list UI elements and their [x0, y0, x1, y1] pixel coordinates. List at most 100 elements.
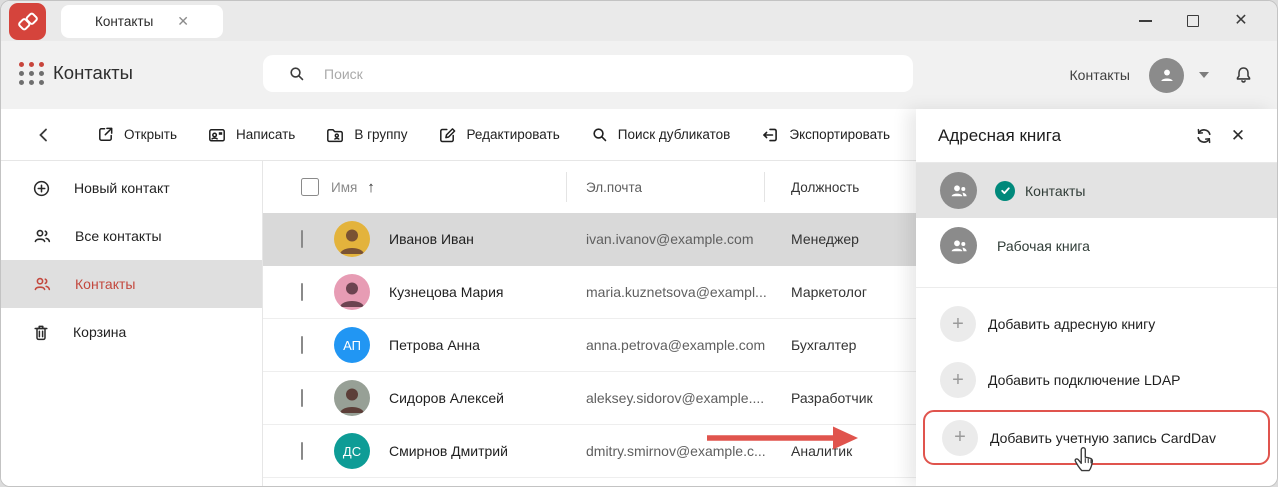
refresh-icon [1194, 126, 1214, 146]
sidebar-item-contacts[interactable]: Контакты [1, 260, 262, 308]
to-group-button[interactable]: В группу [312, 118, 420, 152]
sidebar-item-label: Корзина [73, 324, 126, 340]
toolbar-label: Редактировать [466, 127, 559, 142]
table-filler [263, 478, 918, 487]
open-button[interactable]: Открыть [83, 118, 190, 151]
window-titlebar: Контакты ✕ ✕ [1, 1, 1277, 41]
edit-button[interactable]: Редактировать [424, 118, 572, 152]
contact-email: maria.kuznetsova@exampl... [566, 284, 764, 300]
sidebar-item-label: Новый контакт [74, 180, 170, 196]
sort-ascending-icon[interactable]: ↑ [367, 179, 375, 196]
account-avatar[interactable] [1149, 58, 1184, 93]
maximize-button[interactable] [1169, 1, 1217, 41]
tab-contacts[interactable]: Контакты ✕ [61, 5, 223, 38]
row-checkbox[interactable] [301, 389, 303, 407]
table-row[interactable]: Кузнецова Мария maria.kuznetsova@exampl.… [263, 266, 918, 319]
close-button[interactable]: ✕ [1217, 1, 1265, 41]
maximize-icon [1187, 15, 1199, 27]
row-checkbox[interactable] [301, 283, 303, 301]
column-header-email[interactable]: Эл.почта [566, 161, 764, 213]
chevron-left-icon [37, 127, 51, 143]
table-row[interactable]: Сидоров Алексей aleksey.sidorov@example.… [263, 372, 918, 425]
toolbar-label: Экспортировать [789, 127, 890, 142]
minimize-icon [1139, 20, 1152, 22]
row-checkbox[interactable] [301, 336, 303, 354]
plus-icon: + [940, 362, 976, 398]
table-header-row: Имя ↑ Эл.почта Должность [263, 161, 918, 213]
app-window: Контакты ✕ ✕ Контакты Контакты [0, 0, 1278, 487]
back-button[interactable] [27, 120, 61, 150]
check-badge-icon [995, 181, 1015, 201]
sidebar-item-label: Все контакты [75, 228, 162, 244]
contact-role: Аналитик [764, 443, 918, 459]
panel-close-button[interactable]: ✕ [1221, 119, 1255, 153]
compose-button[interactable]: Написать [194, 118, 308, 152]
window-controls: ✕ [1121, 1, 1265, 41]
export-icon [760, 125, 780, 145]
close-icon: ✕ [1231, 126, 1245, 146]
add-address-book-button[interactable]: + Добавить адресную книгу [916, 296, 1277, 352]
sidebar-item-label: Контакты [75, 276, 135, 292]
apps-grid-icon[interactable] [18, 60, 45, 87]
table-row[interactable]: Иванов Иван ivan.ivanov@example.com Мене… [263, 213, 918, 266]
export-button[interactable]: Экспортировать [747, 118, 903, 152]
trash-icon [31, 322, 51, 343]
contact-email: ivan.ivanov@example.com [566, 231, 764, 247]
search-input[interactable] [324, 66, 844, 82]
contact-role: Менеджер [764, 231, 918, 247]
address-book-work[interactable]: Рабочая книга [916, 218, 1277, 273]
sidebar-item-all-contacts[interactable]: Все контакты [1, 212, 262, 260]
avatar-initials: АП [334, 327, 370, 363]
contact-name: Иванов Иван [375, 231, 566, 247]
row-checkbox[interactable] [301, 230, 303, 248]
address-book-contacts[interactable]: Контакты [916, 163, 1277, 218]
action-label: Добавить учетную запись CardDav [990, 430, 1216, 446]
minimize-button[interactable] [1121, 1, 1169, 41]
contact-role: Разработчик [764, 390, 918, 406]
toolbar-label: Открыть [124, 127, 177, 142]
sidebar-item-new-contact[interactable]: Новый контакт [1, 164, 262, 212]
compose-contact-icon [207, 125, 227, 145]
action-label: Добавить подключение LDAP [988, 372, 1181, 388]
contact-email: dmitry.smirnov@example.c... [566, 443, 764, 459]
table-row[interactable]: АП Петрова Анна anna.petrova@example.com… [263, 319, 918, 372]
tab-label: Контакты [95, 14, 153, 29]
panel-title: Адресная книга [938, 126, 1187, 146]
account-area: Контакты [1070, 41, 1255, 109]
contact-name: Сидоров Алексей [375, 390, 566, 406]
row-checkbox[interactable] [301, 442, 303, 460]
refresh-button[interactable] [1187, 119, 1221, 153]
contact-email: anna.petrova@example.com [566, 337, 764, 353]
sidebar-item-trash[interactable]: Корзина [1, 308, 262, 356]
add-ldap-connection-button[interactable]: + Добавить подключение LDAP [916, 352, 1277, 408]
panel-header: Адресная книга ✕ [916, 109, 1277, 163]
select-all-checkbox[interactable] [301, 178, 319, 196]
find-duplicates-button[interactable]: Поиск дубликатов [577, 118, 744, 151]
avatar [334, 221, 370, 257]
chevron-down-icon[interactable] [1199, 72, 1209, 78]
app-header: Контакты Контакты [1, 41, 1277, 109]
sidebar: Новый контакт Все контакты Контакты Корз… [1, 161, 263, 486]
people-icon [947, 179, 971, 203]
search-icon [287, 64, 306, 83]
action-label: Добавить адресную книгу [988, 316, 1155, 332]
close-icon: ✕ [1234, 13, 1247, 29]
bell-icon[interactable] [1232, 64, 1255, 87]
address-book-panel: Адресная книга ✕ Контакты [916, 109, 1277, 486]
table-row[interactable]: ДС Смирнов Дмитрий dmitry.smirnov@exampl… [263, 425, 918, 478]
tab-close-icon[interactable]: ✕ [177, 13, 189, 30]
person-icon [1156, 64, 1178, 86]
column-header-name[interactable]: Имя ↑ [331, 161, 566, 213]
plus-icon: + [940, 306, 976, 342]
avatar [334, 380, 370, 416]
add-carddav-account-button[interactable]: + Добавить учетную запись CardDav [925, 412, 1268, 463]
page-title: Контакты [53, 62, 133, 84]
people-icon [31, 225, 53, 247]
search-bar[interactable] [263, 55, 913, 92]
people-icon [31, 273, 53, 295]
contact-name: Петрова Анна [375, 337, 566, 353]
hand-cursor-icon [1072, 445, 1096, 479]
column-header-role[interactable]: Должность [764, 161, 918, 213]
avatar-initials: ДС [334, 433, 370, 469]
people-icon [947, 234, 971, 258]
